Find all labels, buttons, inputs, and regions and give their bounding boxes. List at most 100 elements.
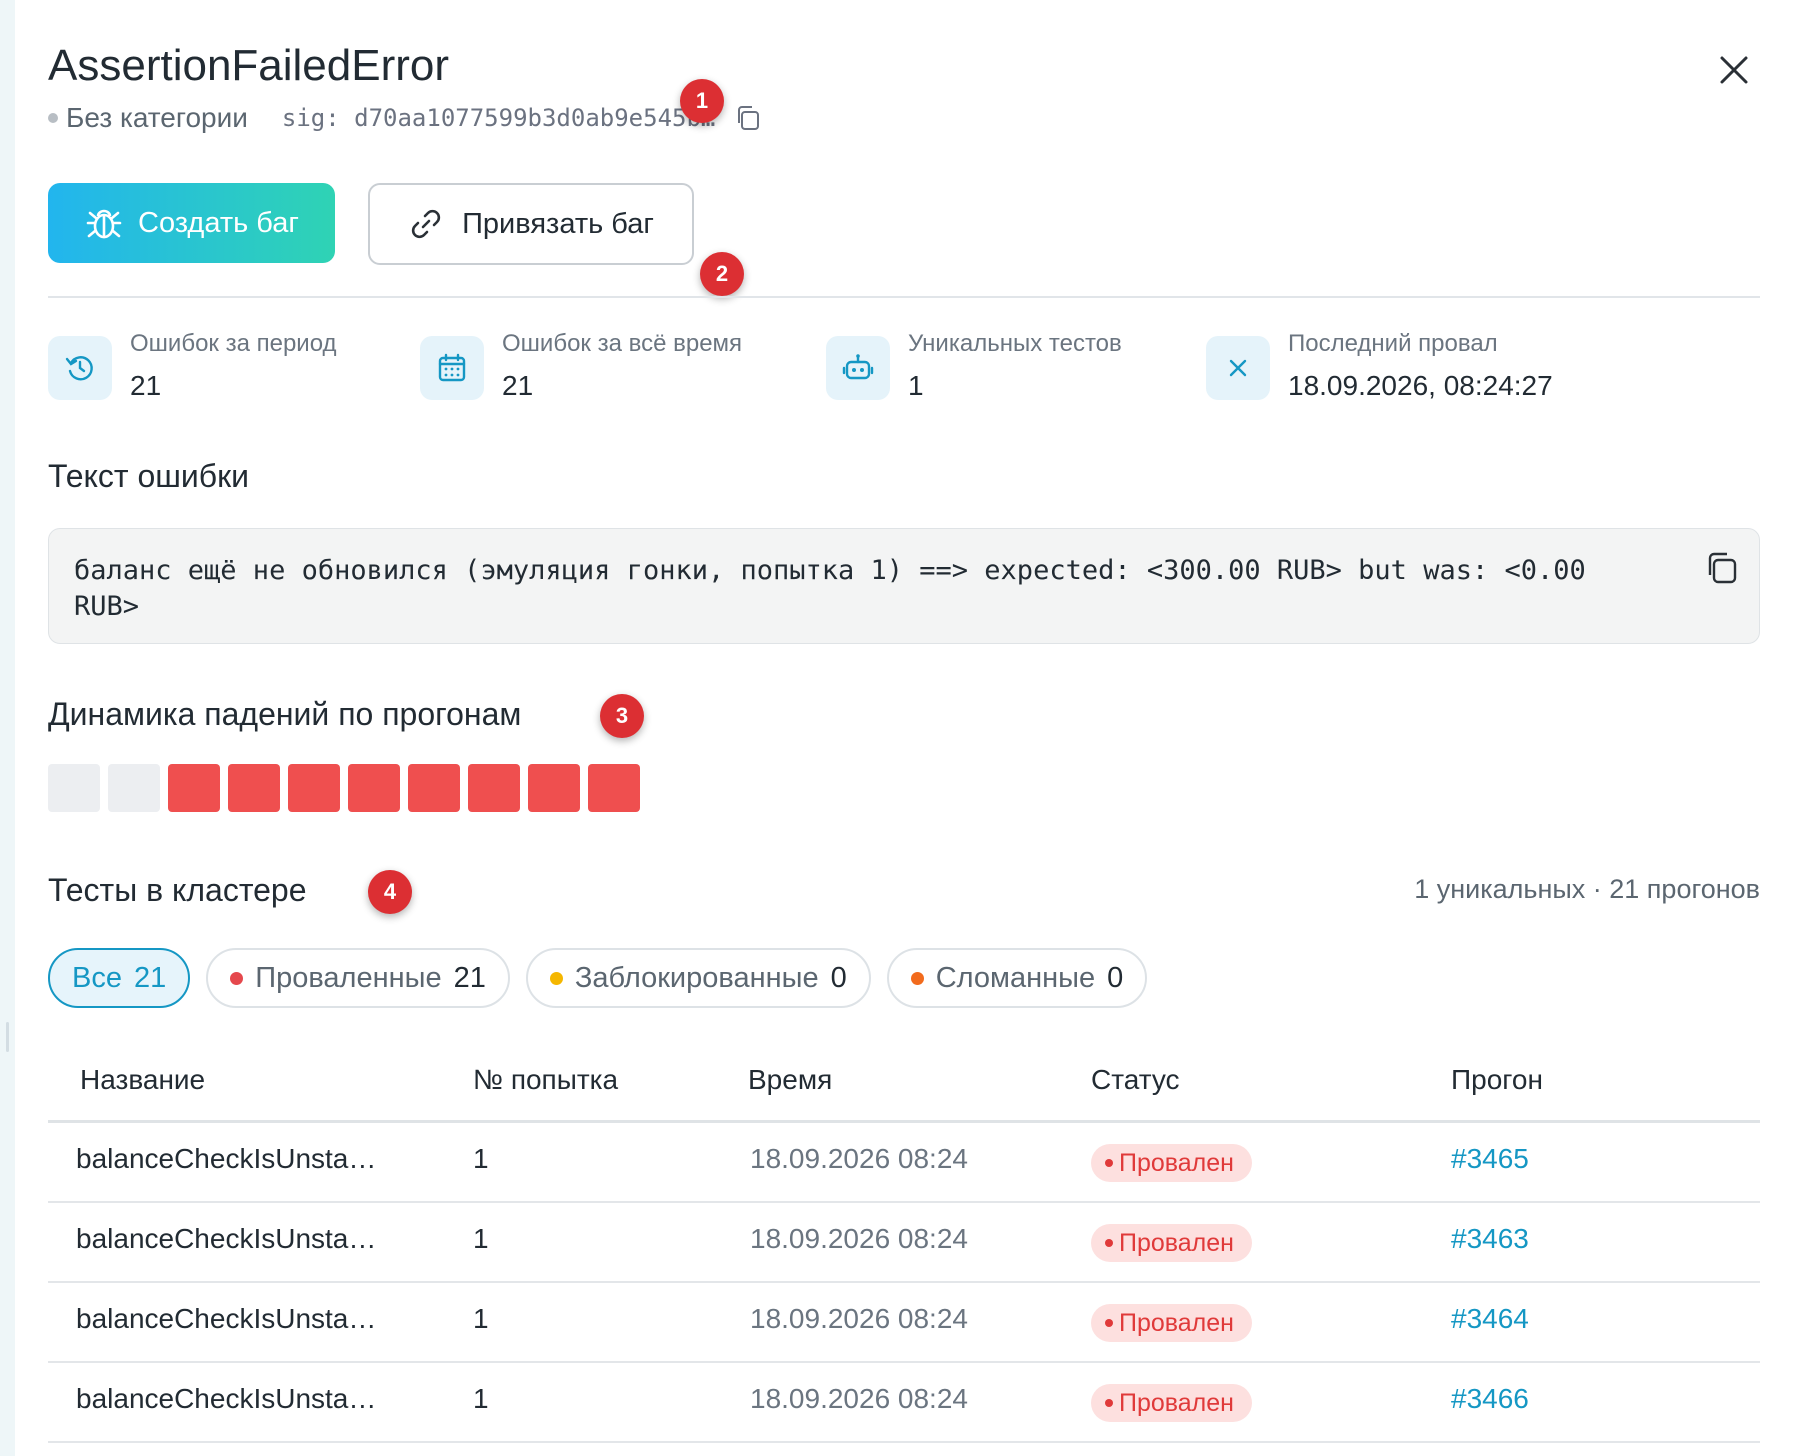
column-attempt[interactable]: № попытка [473,1064,618,1096]
run-cell-none[interactable] [108,764,160,812]
error-text: баланс ещё не обновился (эмуляция гонки,… [74,555,1586,622]
status-label: Провален [1119,1148,1234,1177]
tests-table: Название № попытка Время Статус Прогон b… [48,1050,1760,1443]
column-name[interactable]: Название [80,1064,205,1096]
test-name[interactable]: balanceCheckIsUnsta… [76,1303,376,1335]
annotation-badge-4: 4 [368,870,412,914]
robot-icon [826,336,890,400]
run-cell-failed[interactable] [468,764,520,812]
status-label: Провален [1119,1228,1234,1257]
status-badge: Провален [1091,1144,1252,1182]
link-icon [411,209,441,239]
filter-count: 21 [453,961,486,994]
stat-label: Уникальных тестов [908,330,1122,357]
column-time[interactable]: Время [748,1064,832,1096]
stat-value: 21 [130,370,162,401]
run-cell-failed[interactable] [228,764,280,812]
page-title: AssertionFailedError [48,41,450,90]
resize-handle[interactable] [6,1022,9,1052]
category-label: Без категории [66,102,248,133]
filter-count: 0 [1107,961,1124,994]
table-header: Название № попытка Время Статус Прогон [48,1050,1760,1123]
copy-icon[interactable] [1703,549,1741,587]
cluster-detail-panel: AssertionFailedError Без категории sig: … [48,0,1760,1456]
status-badge: Провален [1091,1304,1252,1342]
bug-icon [86,209,122,239]
run-cell-none[interactable] [48,764,100,812]
cluster-summary: 1 уникальных · 21 прогонов [1414,874,1760,904]
stat-label: Ошибок за всё время [502,330,743,357]
create-bug-label: Создать баг [138,206,299,239]
filter-count: 21 [133,961,167,994]
x-icon [1206,336,1270,400]
history-icon [48,336,112,400]
dynamics-heading: Динамика падений по прогонам [48,696,522,732]
side-strip [0,0,15,1456]
table-row[interactable]: balanceCheckIsUnsta… 1 18.09.2026 08:24 Про… [48,1123,1760,1203]
filter-chip[interactable]: Сломанные 0 [886,948,1148,1008]
column-run[interactable]: Прогон [1451,1064,1543,1096]
category-dot [48,113,58,123]
table-row[interactable]: balanceCheckIsUnsta… 1 18.09.2026 08:24 Про… [48,1363,1760,1443]
status-dot [1105,1159,1113,1167]
status-dot [230,971,244,985]
error-text-box: баланс ещё не обновился (эмуляция гонки,… [48,528,1760,644]
stat-label: Последний провал [1288,330,1498,357]
create-bug-button[interactable]: Создать баг [48,183,335,263]
attempt-number: 1 [473,1223,489,1254]
run-link[interactable]: #3465 [1451,1143,1529,1175]
test-name[interactable]: balanceCheckIsUnsta… [76,1383,376,1415]
stat-value: 1 [908,370,924,401]
calendar-icon [420,336,484,400]
divider [48,296,1760,298]
filter-label: Заблокированные [574,961,819,994]
attempt-number: 1 [473,1383,489,1414]
copy-icon[interactable] [733,103,763,133]
filter-chip[interactable]: Проваленные 21 [206,948,510,1008]
annotation-badge-3: 3 [600,694,644,738]
status-label: Провален [1119,1388,1234,1417]
run-cell-failed[interactable] [528,764,580,812]
close-icon[interactable] [1712,48,1756,92]
annotation-badge-2: 2 [700,252,744,296]
filter-chip[interactable]: Заблокированные 0 [525,948,871,1008]
attempt-number: 1 [473,1143,489,1174]
filter-count: 0 [830,961,847,994]
status-badge: Провален [1091,1224,1252,1262]
run-cell-failed[interactable] [408,764,460,812]
run-cell-failed[interactable] [348,764,400,812]
run-time: 18.09.2026 08:24 [750,1143,968,1174]
test-name[interactable]: balanceCheckIsUnsta… [76,1143,376,1175]
run-cell-failed[interactable] [168,764,220,812]
table-body: balanceCheckIsUnsta… 1 18.09.2026 08:24 Про… [48,1123,1760,1443]
table-row[interactable]: balanceCheckIsUnsta… 1 18.09.2026 08:24 Про… [48,1203,1760,1283]
test-name[interactable]: balanceCheckIsUnsta… [76,1223,376,1255]
stat-unique-tests: Уникальных тестов 1 [826,330,1166,410]
status-dot [1105,1319,1113,1327]
run-time: 18.09.2026 08:24 [750,1223,968,1254]
status-dot [1105,1239,1113,1247]
link-bug-button[interactable]: Привязать баг [368,183,694,265]
run-cell-failed[interactable] [588,764,640,812]
stat-errors-period: Ошибок за период 21 [48,330,388,410]
annotation-badge-1: 1 [680,79,724,123]
link-bug-label: Привязать баг [462,207,654,240]
stat-value: 18.09.2026, 08:24:27 [1288,370,1553,401]
run-link[interactable]: #3464 [1451,1303,1529,1335]
stat-errors-all-time: Ошибок за всё время 21 [420,330,800,410]
filter-chip[interactable]: Все 21 [48,948,191,1008]
cluster-heading: Тесты в кластере [48,872,307,908]
status-badge: Провален [1091,1384,1252,1422]
run-link[interactable]: #3463 [1451,1223,1529,1255]
signature: sig: d70aa1077599b3d0ab9e545b… [281,104,716,132]
status-label: Провален [1119,1308,1234,1337]
stat-last-failure: Последний провал 18.09.2026, 08:24:27 [1206,330,1726,410]
run-cell-failed[interactable] [288,764,340,812]
run-link[interactable]: #3466 [1451,1383,1529,1415]
run-time: 18.09.2026 08:24 [750,1383,968,1414]
stat-value: 21 [502,370,534,401]
column-status[interactable]: Статус [1091,1064,1180,1096]
failure-dynamics-strip [48,764,640,812]
meta-row: Без категории sig: d70aa1077599b3d0ab9e5… [48,98,763,138]
table-row[interactable]: balanceCheckIsUnsta… 1 18.09.2026 08:24 Про… [48,1283,1760,1363]
